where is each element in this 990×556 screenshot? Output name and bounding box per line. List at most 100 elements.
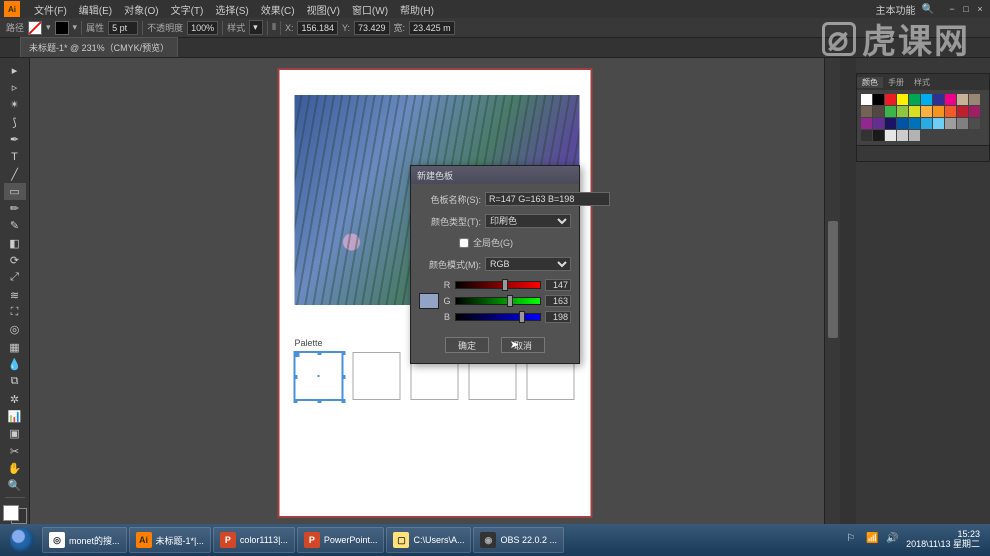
swatch-cell[interactable] (957, 118, 968, 129)
swatch-cell[interactable] (861, 106, 872, 117)
pen-tool[interactable]: ✒ (4, 131, 26, 147)
selection-tool[interactable]: ▸ (4, 62, 26, 78)
pencil-tool[interactable]: ✎ (4, 218, 26, 234)
swatches-tab-guide[interactable]: 手册 (883, 77, 909, 88)
align-icon[interactable]: ⫴ (272, 22, 276, 33)
swatch-cell[interactable] (897, 106, 908, 117)
slice-tool[interactable]: ✂ (4, 443, 26, 459)
blend-tool[interactable]: ⧉ (4, 374, 26, 390)
swatch-cell[interactable] (897, 130, 908, 141)
transform-y-field[interactable]: 73.429 (354, 21, 390, 35)
window-maximize-button[interactable]: □ (960, 3, 972, 15)
tray-volume-icon[interactable]: 🔊 (886, 533, 900, 547)
swatch-cell[interactable] (909, 130, 920, 141)
color-type-select[interactable]: 印刷色 (485, 214, 571, 228)
swatch-cell[interactable] (861, 118, 872, 129)
swatch-cell[interactable] (933, 118, 944, 129)
transform-w-field[interactable]: 23.425 m (409, 21, 455, 35)
eyedropper-tool[interactable]: 💧 (4, 356, 26, 372)
global-color-checkbox[interactable] (459, 238, 469, 248)
menu-edit[interactable]: 编辑(E) (73, 2, 118, 17)
taskbar-button[interactable]: PPowerPoint... (297, 527, 385, 553)
hand-tool[interactable]: ✋ (4, 460, 26, 476)
color-mode-select[interactable]: RGB (485, 257, 571, 271)
swatch-cell[interactable] (945, 118, 956, 129)
artboard-tool[interactable]: ▣ (4, 426, 26, 442)
graph-tool[interactable]: 📊 (4, 408, 26, 424)
swatch-cell[interactable] (957, 94, 968, 105)
rectangle-tool[interactable]: ▭ (4, 183, 26, 199)
menu-select[interactable]: 选择(S) (209, 2, 254, 17)
swatch-cell[interactable] (957, 106, 968, 117)
window-minimize-button[interactable]: − (946, 3, 958, 15)
window-close-button[interactable]: × (974, 3, 986, 15)
taskbar-button[interactable]: Pcolor1113|... (213, 527, 295, 553)
tray-flag-icon[interactable]: ⚐ (846, 533, 860, 547)
canvas-scroll-vertical[interactable] (824, 58, 840, 524)
swatch-cell[interactable] (909, 94, 920, 105)
palette-box-1[interactable] (295, 352, 343, 400)
direct-selection-tool[interactable]: ▹ (4, 79, 26, 95)
swatch-cell[interactable] (873, 118, 884, 129)
taskbar-button[interactable]: Ai未标题-1*|... (129, 527, 211, 553)
swatch-cell[interactable] (969, 106, 980, 117)
b-value[interactable]: 198 (545, 311, 571, 323)
transform-x-field[interactable]: 156.184 (297, 21, 338, 35)
free-transform-tool[interactable]: ⛶ (4, 304, 26, 320)
document-tab[interactable]: 未标题-1* @ 231%（CMYK/预览） (20, 37, 178, 57)
slider-b[interactable] (455, 313, 541, 321)
swatch-cell[interactable] (909, 106, 920, 117)
collapsed-panel-strip[interactable] (840, 58, 856, 524)
swatches-tab-style[interactable]: 样式 (909, 77, 935, 88)
fill-color[interactable] (3, 505, 19, 521)
swatches-tab-color[interactable]: 颜色 (857, 77, 883, 88)
swatch-cell[interactable] (897, 118, 908, 129)
zoom-tool[interactable]: 🔍 (4, 478, 26, 494)
swatch-cell[interactable] (945, 94, 956, 105)
swatches-panel-footer[interactable] (857, 145, 989, 161)
rotate-tool[interactable]: ⟳ (4, 252, 26, 268)
taskbar-button[interactable]: ◉OBS 22.0.2 ... (473, 527, 564, 553)
swatch-cell[interactable] (873, 106, 884, 117)
swatch-cell[interactable] (861, 94, 872, 105)
fill-swatch[interactable] (28, 21, 42, 35)
menu-object[interactable]: 对象(O) (118, 2, 164, 17)
magic-wand-tool[interactable]: ✴ (4, 97, 26, 113)
swatch-cell[interactable] (885, 118, 896, 129)
swatch-cell[interactable] (873, 130, 884, 141)
search-label[interactable]: 主本功能 (876, 2, 916, 17)
palette-box-2[interactable] (353, 352, 401, 400)
symbol-sprayer-tool[interactable]: ✲ (4, 391, 26, 407)
dialog-cancel-button[interactable]: 取消 (501, 337, 545, 353)
gradient-tool[interactable]: ▦ (4, 339, 26, 355)
slider-g[interactable] (455, 297, 541, 305)
taskbar-button[interactable]: ▢C:\Users\A... (386, 527, 471, 553)
g-value[interactable]: 163 (545, 295, 571, 307)
start-button[interactable] (4, 526, 40, 554)
menu-file[interactable]: 文件(F) (28, 2, 73, 17)
swatch-cell[interactable] (933, 94, 944, 105)
swatch-cell[interactable] (921, 106, 932, 117)
lasso-tool[interactable]: ⟆ (4, 114, 26, 130)
swatch-cell[interactable] (873, 94, 884, 105)
swatch-cell[interactable] (921, 94, 932, 105)
slider-r[interactable] (455, 281, 541, 289)
taskbar-clock[interactable]: 15:23 2018\11\13 星期二 (906, 530, 980, 550)
tray-network-icon[interactable]: 📶 (866, 533, 880, 547)
swatch-cell[interactable] (969, 118, 980, 129)
menu-view[interactable]: 视图(V) (301, 2, 346, 17)
style-field[interactable]: ▾ (249, 20, 263, 35)
menu-effect[interactable]: 效果(C) (255, 2, 301, 17)
swatch-cell[interactable] (897, 94, 908, 105)
width-tool[interactable]: ≋ (4, 287, 26, 303)
opacity-field[interactable]: 100% (187, 21, 218, 35)
swatch-cell[interactable] (945, 106, 956, 117)
swatch-cell[interactable] (909, 118, 920, 129)
swatch-cell[interactable] (921, 118, 932, 129)
swatch-cell[interactable] (933, 106, 944, 117)
swatch-cell[interactable] (861, 130, 872, 141)
stroke-swatch[interactable] (55, 21, 69, 35)
paintbrush-tool[interactable]: ✏ (4, 201, 26, 217)
menu-help[interactable]: 帮助(H) (394, 2, 440, 17)
swatch-name-input[interactable] (485, 192, 610, 206)
